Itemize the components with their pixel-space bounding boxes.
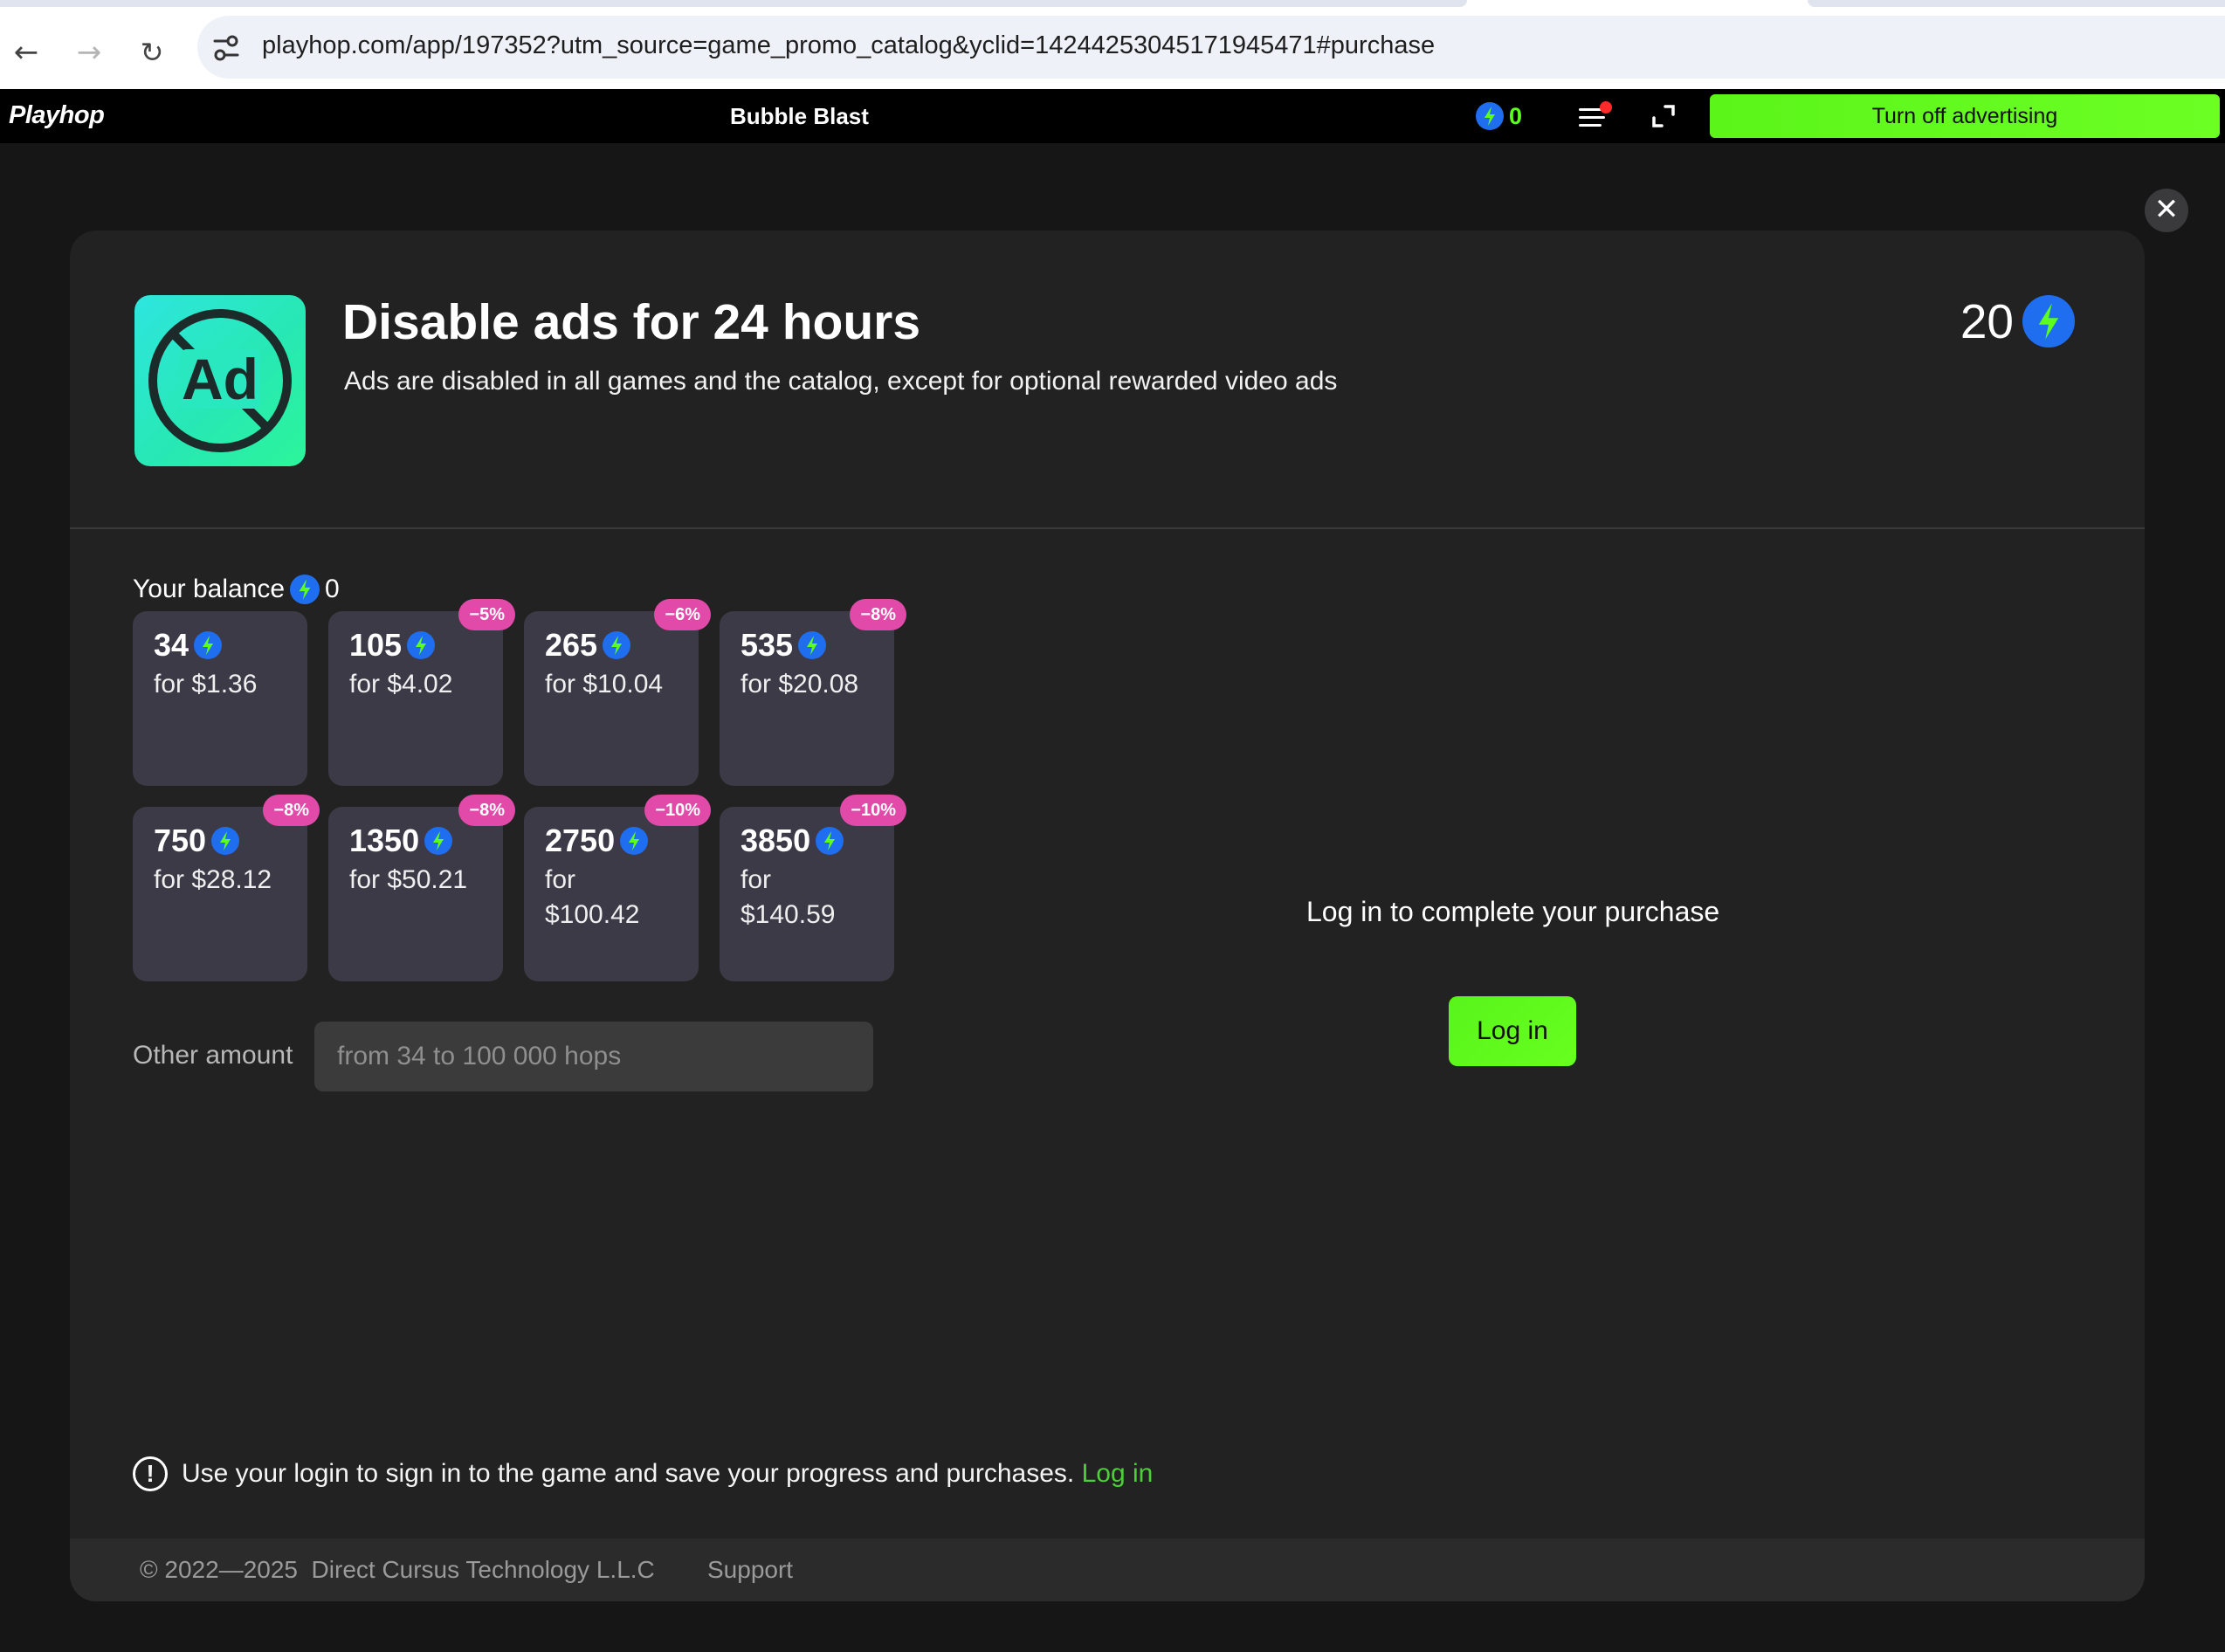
fullscreen-icon[interactable] xyxy=(1650,103,1677,129)
hop-pack-card[interactable]: −8% 1350 for $50.21 xyxy=(328,795,515,981)
your-balance-value: 0 xyxy=(325,575,340,603)
pack-price: for $1.36 xyxy=(154,670,258,699)
hop-bolt-icon xyxy=(211,827,240,855)
notice-text: Use your login to sign in to the game an… xyxy=(182,1459,1153,1489)
pack-amount: 3850 xyxy=(741,823,844,859)
url-path: /app/197352?utm_source=game_promo_catalo… xyxy=(405,31,1436,59)
other-amount-label: Other amount xyxy=(133,1041,293,1070)
your-balance: Your balance 0 xyxy=(133,575,340,604)
site-header: Playhop Bubble Blast 0 Turn off advertis… xyxy=(0,89,2225,143)
hop-pack-card[interactable]: 34 for $1.36 xyxy=(133,611,307,786)
hop-bolt-icon xyxy=(816,827,844,855)
other-amount-input[interactable] xyxy=(314,1022,873,1091)
hop-bolt-icon xyxy=(1476,102,1504,130)
discount-badge: −8% xyxy=(850,599,906,630)
turn-off-advertising-button[interactable]: Turn off advertising xyxy=(1710,94,2220,138)
no-ads-icon: Ad xyxy=(134,295,306,466)
pack-amount: 2750 xyxy=(545,823,649,859)
header-balance[interactable]: 0 xyxy=(1476,102,1522,130)
discount-badge: −5% xyxy=(458,599,515,630)
back-arrow-icon[interactable]: ← xyxy=(12,38,40,67)
exclamation-icon: ! xyxy=(133,1456,168,1491)
notification-dot xyxy=(1600,101,1612,114)
forward-arrow-icon[interactable]: → xyxy=(75,38,103,67)
reload-icon[interactable]: ↻ xyxy=(138,38,166,66)
hop-bolt-icon xyxy=(194,631,223,659)
hop-pack-card[interactable]: −8% 750 for $28.12 xyxy=(133,795,320,981)
login-button[interactable]: Log in xyxy=(1449,996,1576,1066)
pack-price: for $50.21 xyxy=(349,865,468,894)
header-balance-value: 0 xyxy=(1509,102,1523,129)
hop-bolt-icon xyxy=(290,575,320,604)
discount-badge: −8% xyxy=(263,795,320,826)
discount-badge: −10% xyxy=(840,795,906,826)
pack-amount: 1350 xyxy=(349,823,453,859)
notice-login-link[interactable]: Log in xyxy=(1082,1459,1154,1488)
pack-amount: 105 xyxy=(349,627,436,664)
login-notice: ! Use your login to sign in to the game … xyxy=(133,1456,1153,1491)
url-host: playhop.com xyxy=(262,31,406,59)
footer-copyright: © 2022—2025 Direct Cursus Technology L.L… xyxy=(140,1556,655,1583)
hop-pack-card[interactable]: −6% 265 for $10.04 xyxy=(524,599,711,786)
hop-pack-card[interactable]: −8% 535 for $20.08 xyxy=(720,599,906,786)
product-description: Ads are disabled in all games and the ca… xyxy=(344,367,1338,396)
game-title: Bubble Blast xyxy=(730,103,869,129)
menu-icon[interactable] xyxy=(1579,101,1612,129)
hop-bolt-icon xyxy=(620,827,649,855)
pack-price: for $28.12 xyxy=(154,865,272,894)
pack-amount: 750 xyxy=(154,823,240,859)
discount-badge: −8% xyxy=(458,795,515,826)
hop-bolt-icon xyxy=(798,631,827,659)
hop-bolt-icon xyxy=(407,631,436,659)
playhop-logo[interactable]: Playhop xyxy=(9,101,105,130)
footer-support-link[interactable]: Support xyxy=(707,1556,793,1584)
your-balance-label: Your balance xyxy=(133,575,286,603)
no-ads-icon-text: Ad xyxy=(182,347,258,411)
pack-amount: 34 xyxy=(154,627,223,664)
pack-amount: 265 xyxy=(545,627,631,664)
divider xyxy=(70,527,2145,529)
browser-address-bar: ← → ↻ playhop.com/app/197352?utm_source=… xyxy=(0,16,2225,89)
product-price: 20 xyxy=(1960,293,2075,349)
url-text[interactable]: playhop.com/app/197352?utm_source=game_p… xyxy=(262,31,1435,60)
hop-pack-card[interactable]: −10% 2750 for $100.42 xyxy=(524,795,711,981)
product-title: Disable ads for 24 hours xyxy=(342,294,921,350)
product-price-value: 20 xyxy=(1960,294,2014,348)
site-info-icon[interactable] xyxy=(213,33,239,63)
hop-pack-card[interactable]: −10% 3850 for $140.59 xyxy=(720,795,906,981)
hop-pack-card[interactable]: −5% 105 for $4.02 xyxy=(328,599,515,786)
pack-price: for $100.42 xyxy=(545,865,640,929)
pack-price: for $140.59 xyxy=(741,865,836,929)
pack-price: for $20.08 xyxy=(741,670,859,699)
close-icon[interactable]: ✕ xyxy=(2145,189,2188,232)
pack-price: for $10.04 xyxy=(545,670,664,699)
pack-price: for $4.02 xyxy=(349,670,453,699)
login-prompt: Log in to complete your purchase xyxy=(1306,896,1720,927)
hop-bolt-icon xyxy=(2022,295,2075,348)
footer: © 2022—2025 Direct Cursus Technology L.L… xyxy=(70,1538,2145,1601)
discount-badge: −10% xyxy=(644,795,711,826)
browser-tab-strip xyxy=(0,0,2225,16)
browser-tab-edge[interactable] xyxy=(0,0,1467,7)
notice-message: Use your login to sign in to the game an… xyxy=(182,1459,1075,1488)
hop-bolt-icon xyxy=(424,827,453,855)
discount-badge: −6% xyxy=(654,599,711,630)
url-field[interactable]: playhop.com/app/197352?utm_source=game_p… xyxy=(197,16,2225,79)
purchase-modal: Ad Disable ads for 24 hours Ads are disa… xyxy=(70,231,2145,1601)
browser-tab-edge[interactable] xyxy=(1808,0,2225,7)
hop-bolt-icon xyxy=(603,631,631,659)
pack-amount: 535 xyxy=(741,627,827,664)
